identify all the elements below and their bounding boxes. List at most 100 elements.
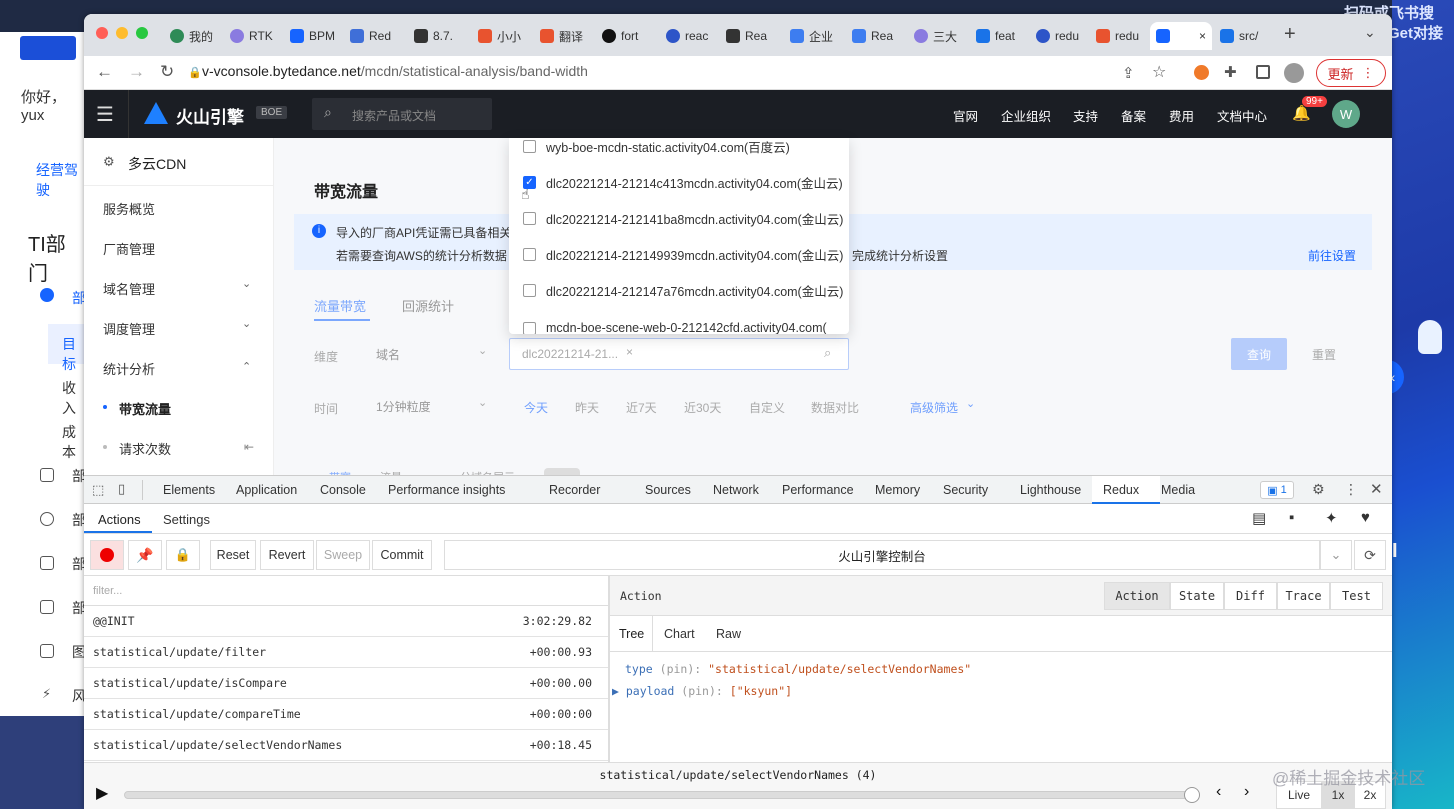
dropdown-option[interactable]: dlc20221214-212147a76mcdn.activity04.com… <box>509 272 849 308</box>
split-domain-toggle[interactable] <box>544 468 580 475</box>
browser-tab[interactable]: Rea <box>720 22 775 50</box>
url-field[interactable]: v-vconsole.bytedance.net/mcdn/statistica… <box>202 63 588 79</box>
time-option[interactable]: 自定义 <box>749 399 785 416</box>
time-option[interactable]: 数据对比 <box>811 399 859 416</box>
nav-link[interactable]: 官网 <box>953 106 978 125</box>
instance-select[interactable]: 火山引擎控制台 <box>444 540 1320 570</box>
browser-tab-active[interactable]: × <box>1150 22 1212 50</box>
heart-icon[interactable]: ♥ <box>1361 509 1370 526</box>
action-slider[interactable] <box>124 791 1188 799</box>
bg-nav-item[interactable]: 目标 <box>62 334 84 374</box>
browser-tab[interactable]: 我的 <box>164 22 219 50</box>
clear-tag-icon[interactable]: × <box>626 345 633 359</box>
chat-icon[interactable]: ▪ <box>1289 509 1294 526</box>
reset-button[interactable]: 重置 <box>1312 346 1336 363</box>
update-button[interactable]: 更新 ⋮ <box>1316 59 1386 87</box>
dropdown-option[interactable]: ✓ dlc20221214-21214c413mcdn.activity04.co… <box>509 164 849 200</box>
puzzle-icon[interactable]: ✚ <box>1224 63 1237 81</box>
twitter-icon[interactable]: ✦ <box>1325 509 1338 527</box>
bg-nav-item[interactable]: 成本 <box>62 422 84 462</box>
tab-recorder[interactable]: Recorder <box>549 483 600 497</box>
checkbox[interactable] <box>523 211 536 225</box>
checkbox[interactable] <box>523 139 536 153</box>
avatar[interactable]: W <box>1332 100 1360 128</box>
profile-icon[interactable] <box>1284 63 1304 83</box>
sidebar-item-schedule[interactable]: 调度管理 <box>103 319 155 338</box>
sidebar-item-bandwidth[interactable]: 带宽流量 <box>119 399 171 418</box>
sidebar-item-domain[interactable]: 域名管理 <box>103 279 155 298</box>
inspect-icon[interactable]: ⬚ <box>92 482 104 498</box>
minimize-window-button[interactable] <box>116 27 128 39</box>
zoom-window-button[interactable] <box>136 27 148 39</box>
checkbox[interactable] <box>523 247 536 261</box>
action-row-selected[interactable]: statistical/update/selectVendorNames +00:… <box>84 730 608 761</box>
tab-media[interactable]: Media <box>1161 483 1195 497</box>
lock-button[interactable]: 🔒 <box>166 540 200 570</box>
tab-security[interactable]: Security <box>943 483 988 497</box>
view-tab-raw[interactable]: Raw <box>716 627 741 641</box>
advanced-filter[interactable]: 高级筛选 <box>910 399 958 416</box>
new-tab-icon[interactable]: + <box>1284 23 1296 46</box>
nav-link[interactable]: 备案 <box>1121 106 1146 125</box>
browser-tab[interactable]: fort <box>596 22 651 50</box>
close-devtools-icon[interactable]: ✕ <box>1370 480 1383 498</box>
dropdown-option[interactable]: dlc20221214-212149939mcdn.activity04.com… <box>509 236 849 272</box>
browser-tab[interactable]: 三大 <box>908 22 963 50</box>
time-option-today[interactable]: 今天 <box>524 399 548 416</box>
sidepanel-icon[interactable] <box>1256 65 1270 79</box>
sync-icon[interactable]: ⟳ <box>1354 540 1386 570</box>
nav-link[interactable]: 企业组织 <box>1001 106 1051 125</box>
browser-tab[interactable]: 8.7. <box>408 22 463 50</box>
settings-link[interactable]: 前往设置 <box>1308 247 1356 264</box>
browser-tab[interactable]: BPM <box>284 22 339 50</box>
sidebar-item-stats[interactable]: 统计分析 <box>103 359 155 378</box>
sidebar-item-overview[interactable]: 服务概览 <box>103 199 155 218</box>
browser-tab[interactable]: RTK <box>224 22 279 50</box>
detail-tab-state[interactable]: State <box>1170 582 1224 610</box>
time-option[interactable]: 近7天 <box>626 399 657 416</box>
browser-tab[interactable]: 企业 <box>784 22 839 50</box>
commit-button[interactable]: Commit <box>372 540 432 570</box>
docs-icon[interactable]: ▤ <box>1252 509 1266 527</box>
device-toolbar-icon[interactable]: ▯ <box>118 481 125 497</box>
dimension-select[interactable]: 域名 ⌄ <box>366 340 487 368</box>
tab-origin[interactable]: 回源统计 <box>402 296 454 315</box>
checkbox[interactable] <box>523 321 536 334</box>
reset-button[interactable]: Reset <box>210 540 256 570</box>
action-row[interactable]: statistical/update/compareTime +00:00:00 <box>84 699 608 730</box>
kebab-menu-icon[interactable]: ⋮ <box>1344 481 1358 498</box>
tab-traffic[interactable]: 流量带宽 <box>314 296 366 315</box>
tab-lighthouse[interactable]: Lighthouse <box>1020 483 1081 497</box>
nav-link[interactable]: 费用 <box>1169 106 1194 125</box>
view-tab-tree[interactable]: Tree <box>610 616 653 652</box>
reload-icon[interactable]: ↻ <box>160 62 174 82</box>
tab-elements[interactable]: Elements <box>163 483 215 497</box>
subtab-settings[interactable]: Settings <box>163 512 210 527</box>
expand-arrow-icon[interactable]: ▶ <box>612 684 619 698</box>
pin-button[interactable]: 📌 <box>128 540 162 570</box>
play-icon[interactable]: ▶ <box>96 783 108 803</box>
tab-application[interactable]: Application <box>236 483 297 497</box>
view-tab-chart[interactable]: Chart <box>664 627 695 641</box>
browser-tab[interactable]: 小小 <box>472 22 527 50</box>
forward-icon[interactable]: → <box>128 62 145 82</box>
sweep-button[interactable]: Sweep <box>316 540 370 570</box>
browser-tab[interactable]: redu <box>1090 22 1145 50</box>
detail-tab-trace[interactable]: Trace <box>1277 582 1330 610</box>
time-option[interactable]: 昨天 <box>575 399 599 416</box>
domain-select[interactable]: dlc20221214-21... × ⌕ <box>509 338 849 370</box>
action-row[interactable]: statistical/update/filter +00:00.93 <box>84 637 608 668</box>
tab-sources[interactable]: Sources <box>645 483 691 497</box>
sidebar-item-requests[interactable]: 请求次数 <box>119 439 171 458</box>
dropdown-option[interactable]: wyb-boe-mcdn-static.activity04.com(百度云) <box>509 128 849 164</box>
dropdown-option-clipped[interactable]: mcdn-boe-scene-web-0-212142cfd.activity0… <box>509 318 849 334</box>
tab-performance-insights[interactable]: Performance insights <box>388 483 505 497</box>
dropdown-option[interactable]: dlc20221214-212141ba8mcdn.activity04.com… <box>509 200 849 236</box>
browser-tab[interactable]: Red <box>344 22 399 50</box>
nav-link[interactable]: 支持 <box>1073 106 1098 125</box>
menu-icon[interactable]: ☰ <box>96 102 114 127</box>
nav-link[interactable]: 文档中心 <box>1217 106 1267 125</box>
step-forward-icon[interactable]: › <box>1244 783 1249 801</box>
bg-link[interactable]: 经营驾驶 <box>36 160 84 200</box>
detail-tab-action[interactable]: Action <box>1104 582 1170 610</box>
